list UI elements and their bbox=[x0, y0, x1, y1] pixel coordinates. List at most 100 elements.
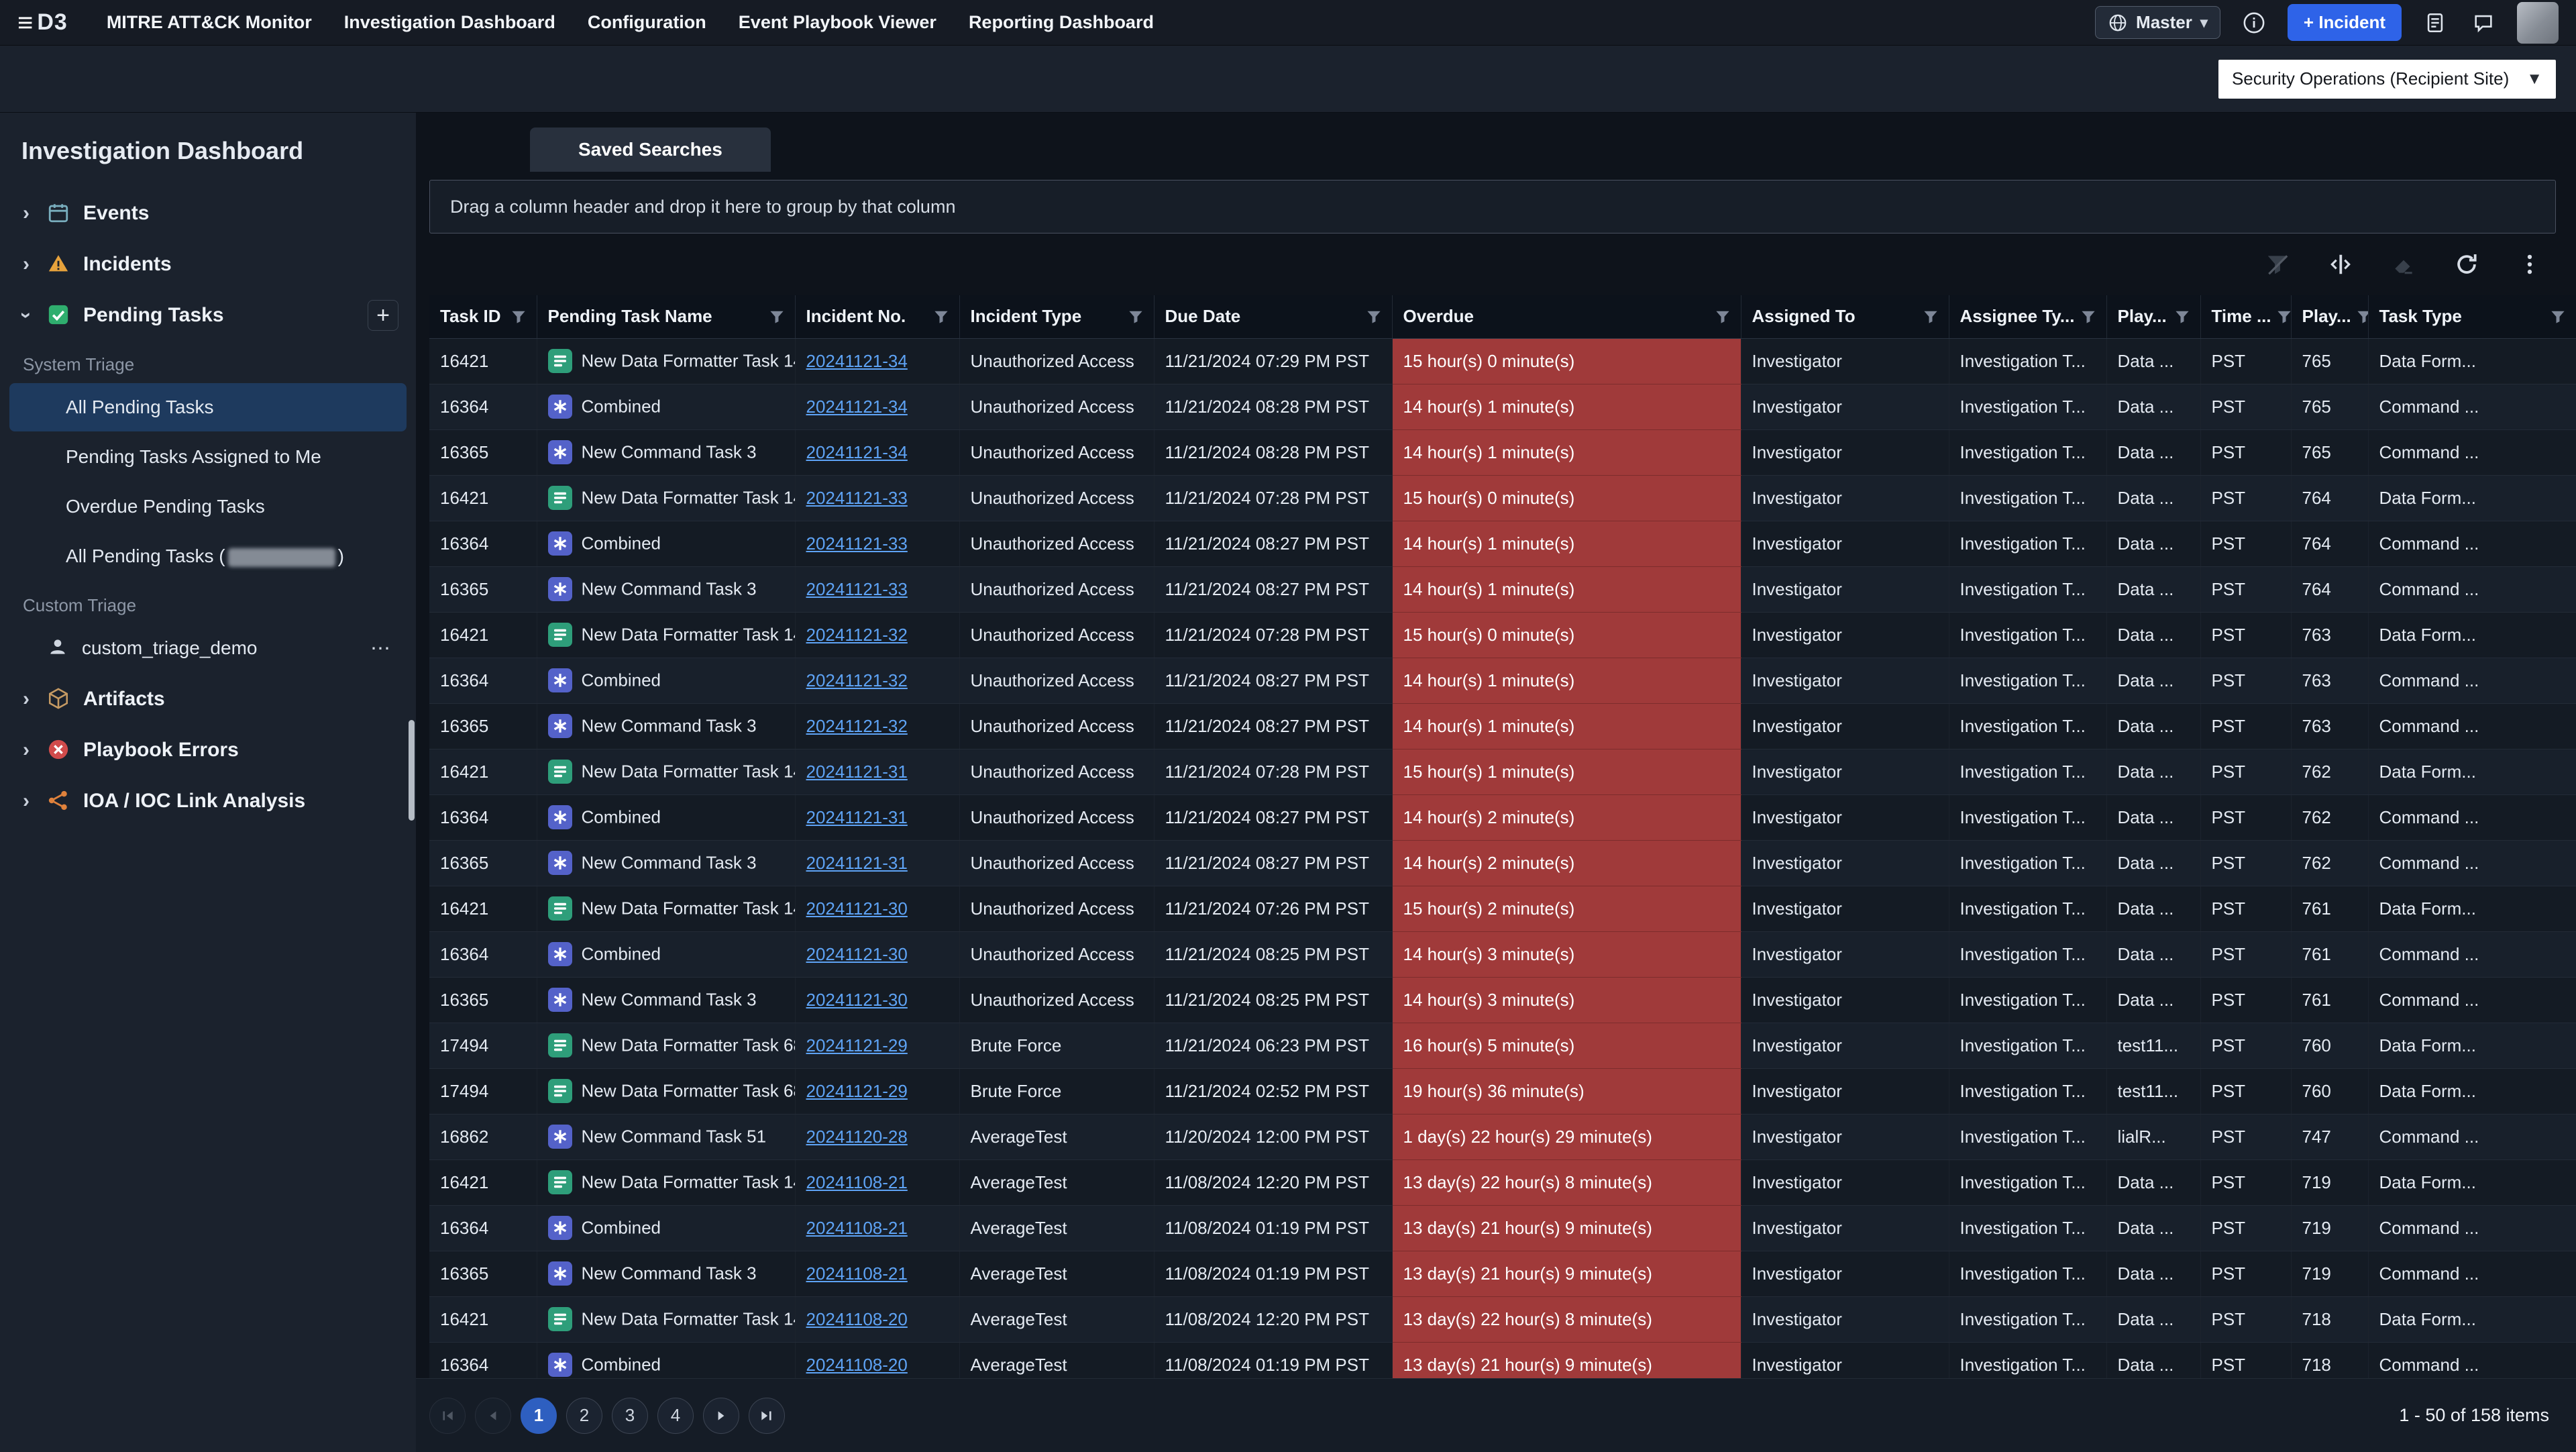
report-document-icon[interactable] bbox=[2420, 8, 2450, 38]
column-header-overdue[interactable]: Overdue bbox=[1392, 295, 1741, 338]
filter-funnel-icon[interactable] bbox=[934, 309, 949, 324]
incident-link[interactable]: 20241121-32 bbox=[806, 670, 908, 690]
table-row[interactable]: 16365New Command Task 320241108-21Averag… bbox=[429, 1251, 2576, 1296]
user-avatar[interactable] bbox=[2517, 2, 2559, 44]
column-header-task-id[interactable]: Task ID bbox=[429, 295, 537, 338]
nav-item-reporting-dashboard[interactable]: Reporting Dashboard bbox=[953, 0, 1170, 46]
nav-item-mitre-att-ck-monitor[interactable]: MITRE ATT&CK Monitor bbox=[91, 0, 328, 46]
table-row[interactable]: 16421New Data Formatter Task 1420241121-… bbox=[429, 886, 2576, 931]
table-row[interactable]: 17494New Data Formatter Task 6820241121-… bbox=[429, 1023, 2576, 1068]
table-row[interactable]: 17494New Data Formatter Task 6820241121-… bbox=[429, 1068, 2576, 1114]
column-chooser-icon[interactable] bbox=[2326, 250, 2355, 278]
previous-page-button[interactable] bbox=[475, 1398, 511, 1434]
table-row[interactable]: 16364Combined20241108-20AverageTest11/08… bbox=[429, 1342, 2576, 1378]
column-header-incident-type[interactable]: Incident Type bbox=[959, 295, 1154, 338]
incident-link[interactable]: 20241121-34 bbox=[806, 442, 908, 462]
incident-link[interactable]: 20241108-21 bbox=[806, 1172, 908, 1192]
more-options-icon[interactable] bbox=[2516, 250, 2544, 278]
next-page-button[interactable] bbox=[703, 1398, 739, 1434]
add-triage-button[interactable]: + bbox=[368, 300, 398, 331]
incident-link[interactable]: 20241108-21 bbox=[806, 1263, 908, 1284]
incident-link[interactable]: 20241121-29 bbox=[806, 1081, 908, 1101]
filter-funnel-icon[interactable] bbox=[1128, 309, 1143, 324]
table-row[interactable]: 16421New Data Formatter Task 1420241108-… bbox=[429, 1159, 2576, 1205]
column-header-due-date[interactable]: Due Date bbox=[1154, 295, 1392, 338]
tab-saved-searches[interactable]: Saved Searches bbox=[530, 127, 771, 172]
filter-funnel-icon[interactable] bbox=[2357, 309, 2368, 324]
sidebar-item-all-pending-tasks-[interactable]: All Pending Tasks () bbox=[9, 532, 407, 580]
incident-link[interactable]: 20241121-32 bbox=[806, 625, 908, 645]
incident-link[interactable]: 20241121-34 bbox=[806, 397, 908, 417]
clear-filter-icon[interactable] bbox=[2263, 250, 2292, 278]
incident-link[interactable]: 20241121-30 bbox=[806, 898, 908, 919]
table-row[interactable]: 16365New Command Task 320241121-30Unauth… bbox=[429, 977, 2576, 1023]
table-row[interactable]: 16421New Data Formatter Task 1420241121-… bbox=[429, 475, 2576, 521]
add-incident-button[interactable]: + Incident bbox=[2288, 4, 2402, 41]
page-button-3[interactable]: 3 bbox=[612, 1398, 648, 1434]
filter-funnel-icon[interactable] bbox=[2175, 309, 2190, 324]
column-header-assignee-ty-[interactable]: Assignee Ty... bbox=[1949, 295, 2106, 338]
filter-funnel-icon[interactable] bbox=[2277, 309, 2291, 324]
incident-link[interactable]: 20241108-20 bbox=[806, 1309, 908, 1329]
sidebar-item-overdue-pending-tasks[interactable]: Overdue Pending Tasks bbox=[9, 482, 407, 531]
filter-funnel-icon[interactable] bbox=[2081, 309, 2096, 324]
table-row[interactable]: 16862New Command Task 5120241120-28Avera… bbox=[429, 1114, 2576, 1159]
column-header-time-[interactable]: Time ... bbox=[2200, 295, 2291, 338]
table-row[interactable]: 16364Combined20241121-31Unauthorized Acc… bbox=[429, 794, 2576, 840]
sidebar-group-events[interactable]: ›Events bbox=[0, 188, 416, 239]
last-page-button[interactable] bbox=[749, 1398, 785, 1434]
sidebar-scrollbar-thumb[interactable] bbox=[409, 720, 415, 821]
incident-link[interactable]: 20241121-34 bbox=[806, 351, 908, 371]
nav-item-investigation-dashboard[interactable]: Investigation Dashboard bbox=[328, 0, 572, 46]
master-selector[interactable]: Master ▾ bbox=[2095, 6, 2220, 39]
table-row[interactable]: 16364Combined20241121-33Unauthorized Acc… bbox=[429, 521, 2576, 566]
sidebar-item-all-pending-tasks[interactable]: All Pending Tasks bbox=[9, 383, 407, 431]
incident-link[interactable]: 20241121-31 bbox=[806, 807, 908, 827]
filter-funnel-icon[interactable] bbox=[2551, 309, 2565, 324]
column-header-play-[interactable]: Play... bbox=[2106, 295, 2200, 338]
table-row[interactable]: 16365New Command Task 320241121-32Unauth… bbox=[429, 703, 2576, 749]
table-row[interactable]: 16421New Data Formatter Task 1420241121-… bbox=[429, 338, 2576, 384]
sidebar-group-ioa-ioc-link-analysis[interactable]: ›IOA / IOC Link Analysis bbox=[0, 776, 416, 827]
incident-link[interactable]: 20241121-31 bbox=[806, 853, 908, 873]
table-row[interactable]: 16365New Command Task 320241121-34Unauth… bbox=[429, 429, 2576, 475]
sidebar-item-pending-tasks-assigned-to-me[interactable]: Pending Tasks Assigned to Me bbox=[9, 433, 407, 481]
sidebar-group-artifacts[interactable]: ›Artifacts bbox=[0, 674, 416, 725]
incident-link[interactable]: 20241121-33 bbox=[806, 488, 908, 508]
table-row[interactable]: 16365New Command Task 320241121-33Unauth… bbox=[429, 566, 2576, 612]
first-page-button[interactable] bbox=[429, 1398, 466, 1434]
info-button[interactable] bbox=[2239, 8, 2269, 38]
incident-link[interactable]: 20241108-21 bbox=[806, 1218, 908, 1238]
nav-item-event-playbook-viewer[interactable]: Event Playbook Viewer bbox=[722, 0, 953, 46]
incident-link[interactable]: 20241121-29 bbox=[806, 1035, 908, 1055]
table-row[interactable]: 16364Combined20241108-21AverageTest11/08… bbox=[429, 1205, 2576, 1251]
column-header-assigned-to[interactable]: Assigned To bbox=[1741, 295, 1949, 338]
chat-icon[interactable] bbox=[2469, 8, 2498, 38]
page-button-1[interactable]: 1 bbox=[521, 1398, 557, 1434]
page-button-4[interactable]: 4 bbox=[657, 1398, 694, 1434]
table-row[interactable]: 16421New Data Formatter Task 1420241121-… bbox=[429, 612, 2576, 658]
eraser-icon[interactable] bbox=[2390, 250, 2418, 278]
table-row[interactable]: 16421New Data Formatter Task 1420241121-… bbox=[429, 749, 2576, 794]
filter-funnel-icon[interactable] bbox=[769, 309, 784, 324]
incident-link[interactable]: 20241121-32 bbox=[806, 716, 908, 736]
filter-funnel-icon[interactable] bbox=[511, 309, 526, 324]
column-header-pending-task-name[interactable]: Pending Task Name bbox=[537, 295, 795, 338]
table-row[interactable]: 16421New Data Formatter Task 1420241108-… bbox=[429, 1296, 2576, 1342]
refresh-icon[interactable] bbox=[2453, 250, 2481, 278]
sidebar-group-playbook-errors[interactable]: ›Playbook Errors bbox=[0, 725, 416, 776]
table-row[interactable]: 16364Combined20241121-30Unauthorized Acc… bbox=[429, 931, 2576, 977]
column-header-play-[interactable]: Play... bbox=[2291, 295, 2368, 338]
site-selector-dropdown[interactable]: Security Operations (Recipient Site) ▼ bbox=[2218, 60, 2556, 99]
column-header-incident-no-[interactable]: Incident No. bbox=[795, 295, 959, 338]
table-row[interactable]: 16364Combined20241121-32Unauthorized Acc… bbox=[429, 658, 2576, 703]
item-menu-icon[interactable]: ⋯ bbox=[370, 637, 407, 660]
d3-logo[interactable]: ≡ D3 bbox=[17, 9, 68, 36]
table-row[interactable]: 16365New Command Task 320241121-31Unauth… bbox=[429, 840, 2576, 886]
sidebar-item-custom-triage-demo[interactable]: custom_triage_demo⋯ bbox=[9, 624, 407, 672]
incident-link[interactable]: 20241121-33 bbox=[806, 579, 908, 599]
page-button-2[interactable]: 2 bbox=[566, 1398, 602, 1434]
filter-funnel-icon[interactable] bbox=[1366, 309, 1381, 324]
group-by-drop-zone[interactable]: Drag a column header and drop it here to… bbox=[429, 180, 2556, 234]
sidebar-group-incidents[interactable]: ›Incidents bbox=[0, 239, 416, 290]
